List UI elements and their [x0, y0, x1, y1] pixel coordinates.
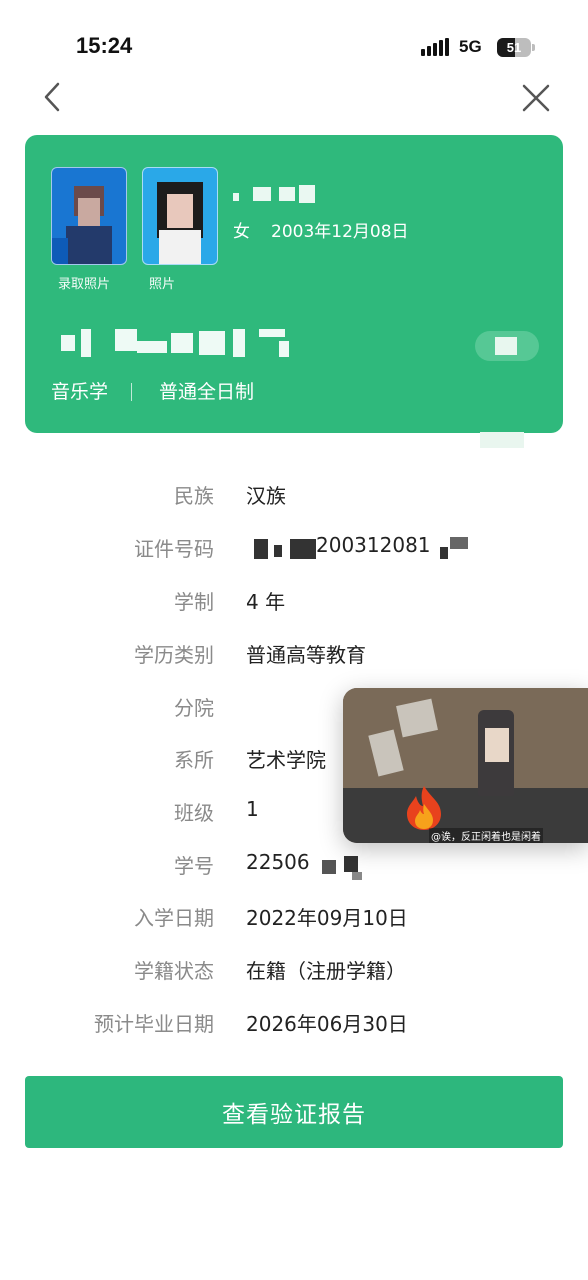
student-no-label: 学号 [174, 854, 214, 878]
fire-icon [407, 786, 441, 830]
chevron-left-icon [44, 82, 60, 112]
network-type: 5G [459, 37, 482, 56]
row-student-number: 学号 22506 [0, 850, 588, 884]
ethnicity-value: 汉族 [246, 484, 286, 508]
view-report-button[interactable]: 查看验证报告 [25, 1076, 563, 1148]
close-icon [522, 84, 550, 112]
class-label: 班级 [174, 801, 214, 825]
row-id-number: 证件号码 200312081 [0, 533, 588, 567]
video-subtitle: @诶，反正闲着也是闲着 [429, 828, 543, 843]
divider [131, 383, 132, 401]
school-name-redacted [53, 325, 293, 361]
admission-photo[interactable] [51, 167, 127, 265]
id-value: 200312081 [316, 533, 431, 557]
branch-label: 分院 [174, 696, 214, 720]
edu-type-value: 普通高等教育 [246, 643, 366, 667]
birth-date: 2003年12月08日 [271, 222, 409, 242]
grad-value: 2026年06月30日 [246, 1012, 408, 1036]
student-photo-caption: 照片 [149, 277, 176, 292]
student-card: 录取照片 照片 女 2003年12月08日 音乐学 普通全日制 [25, 135, 563, 433]
grad-label: 预计毕业日期 [94, 1012, 214, 1036]
status-value: 在籍（注册学籍） [246, 959, 406, 983]
row-enrollment-date: 入学日期 2022年09月10日 [0, 902, 588, 936]
enroll-label: 入学日期 [134, 906, 214, 930]
name-redacted [233, 183, 315, 203]
status-badge [475, 331, 539, 361]
back-button[interactable] [36, 80, 72, 116]
ethnicity-label: 民族 [174, 484, 214, 508]
dept-value: 艺术学院 [246, 748, 326, 772]
battery-level: 51 [506, 40, 522, 55]
row-education-type: 学历类别 普通高等教育 [0, 639, 588, 673]
class-value: 1 [246, 797, 259, 821]
duration-value: 4 年 [246, 590, 286, 614]
close-button[interactable] [518, 80, 554, 116]
student-photo[interactable] [142, 167, 218, 265]
battery-icon: 51 [497, 38, 531, 57]
gender: 女 [233, 222, 250, 242]
row-ethnicity: 民族 汉族 [0, 480, 588, 514]
id-redaction [254, 539, 268, 559]
admission-photo-caption: 录取照片 [58, 277, 111, 292]
id-label: 证件号码 [134, 537, 214, 561]
row-status: 学籍状态 在籍（注册学籍） [0, 955, 588, 989]
edu-type-label: 学历类别 [134, 643, 214, 667]
signal-icon [421, 38, 451, 56]
floating-video-player[interactable]: @诶，反正闲着也是闲着 [343, 688, 588, 843]
enroll-value: 2022年09月10日 [246, 906, 408, 930]
battery-tip [532, 44, 535, 51]
dept-label: 系所 [174, 748, 214, 772]
status-label: 学籍状态 [134, 959, 214, 983]
row-duration: 学制 4 年 [0, 586, 588, 620]
study-mode: 普通全日制 [159, 381, 255, 403]
student-no-value: 22506 [246, 850, 310, 874]
status-time: 15:24 [76, 33, 133, 58]
card-redaction-tab [480, 432, 524, 448]
status-bar: 15:24 5G 51 [0, 0, 588, 80]
duration-label: 学制 [174, 590, 214, 614]
major: 音乐学 [51, 381, 109, 403]
row-graduation-date: 预计毕业日期 2026年06月30日 [0, 1008, 588, 1042]
